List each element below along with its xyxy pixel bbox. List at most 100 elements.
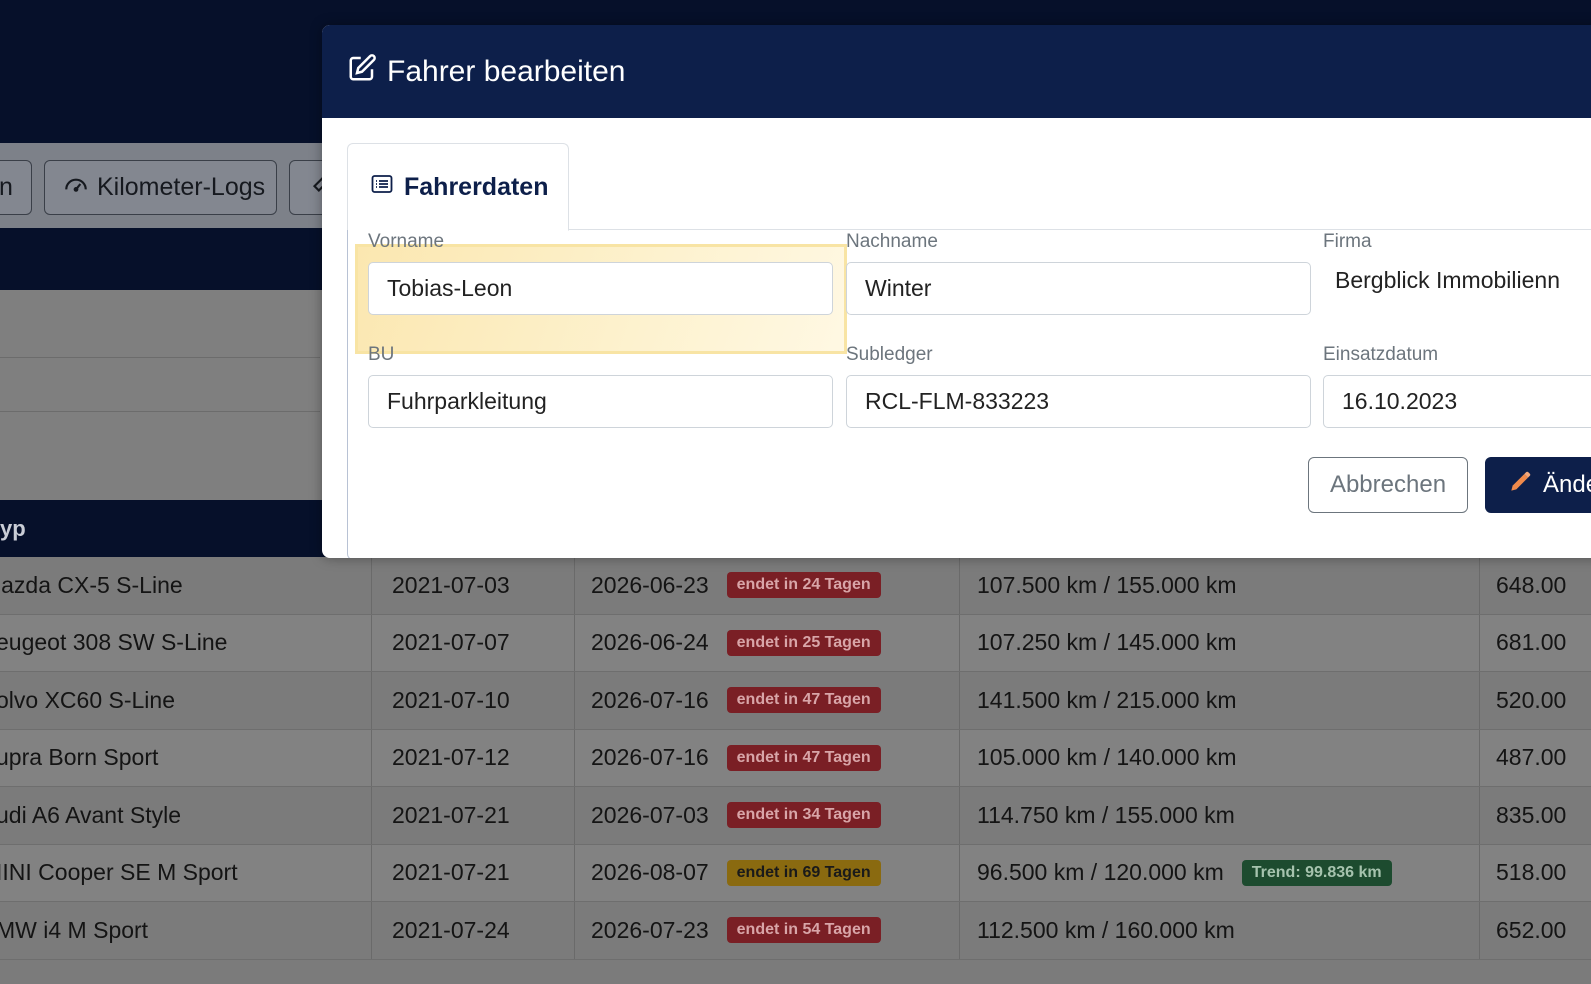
- cell-start-date: 2021-07-21: [376, 844, 575, 901]
- model-text: eugeot 308 SW S-Line: [0, 629, 228, 656]
- cell-rate: 520.00: [1480, 672, 1591, 729]
- cell-mileage: 107.500 km / 155.000 km: [960, 557, 1480, 614]
- contract-end-badge: endet in 25 Tagen: [726, 629, 881, 656]
- model-text: olvo XC60 S-Line: [0, 686, 175, 713]
- cell-mileage: 107.250 km / 145.000 km: [960, 614, 1480, 671]
- table-row[interactable]: lazda CX-5 S-Line 2021-07-03 2026-06-23 end…: [0, 557, 1591, 615]
- rate-text: 520.00: [1496, 686, 1567, 713]
- vehicle-table-body: lazda CX-5 S-Line 2021-07-03 2026-06-23 end…: [0, 557, 1591, 960]
- cell-rate: 487.00: [1480, 730, 1591, 787]
- rate-text: 518.00: [1496, 859, 1567, 886]
- cell-model: upra Born Sport: [0, 729, 372, 786]
- start-date-text: 2021-07-03: [392, 571, 510, 598]
- vorname-field[interactable]: Tobias-Leon: [368, 262, 833, 315]
- edit-driver-modal: Fahrer bearbeiten Fahrerdaten Vorname To…: [322, 25, 1591, 558]
- cancel-button[interactable]: Abbrechen: [1308, 457, 1468, 513]
- cell-start-date: 2021-07-07: [376, 614, 575, 671]
- pencil-icon: [1507, 469, 1533, 502]
- modal-tabs: Fahrerdaten: [347, 143, 1591, 231]
- cell-end-date: 2026-07-03 endet in 34 Tagen: [575, 787, 960, 844]
- cell-end-date: 2026-07-23 endet in 54 Tagen: [575, 902, 960, 959]
- cell-mileage: 114.750 km / 155.000 km: [960, 787, 1480, 844]
- end-date-text: 2026-07-23: [591, 916, 709, 943]
- end-date-text: 2026-07-16: [591, 686, 709, 713]
- rate-text: 487.00: [1496, 744, 1567, 771]
- toolbar-button-partial[interactable]: n: [0, 160, 32, 215]
- contract-end-badge: endet in 69 Tagen: [726, 859, 881, 886]
- mileage-text: 112.500 km / 160.000 km: [977, 916, 1235, 943]
- cell-rate: 681.00: [1480, 615, 1591, 672]
- cell-start-date: 2021-07-21: [376, 787, 575, 844]
- start-date-text: 2021-07-12: [392, 744, 510, 771]
- tab-fahrerdaten-label: Fahrerdaten: [404, 172, 549, 201]
- cell-model: udi A6 Avant Style: [0, 787, 372, 844]
- end-date-text: 2026-07-03: [591, 801, 709, 828]
- cell-rate: 835.00: [1480, 787, 1591, 844]
- firma-select[interactable]: Bergblick Immobilienn: [1335, 267, 1560, 294]
- cell-start-date: 2021-07-10: [376, 672, 575, 729]
- contract-end-badge: endet in 34 Tagen: [726, 802, 881, 829]
- cell-rate: 652.00: [1480, 902, 1591, 959]
- contract-end-badge: endet in 47 Tagen: [726, 687, 881, 714]
- start-date-text: 2021-07-21: [392, 801, 510, 828]
- mileage-text: 141.500 km / 215.000 km: [977, 686, 1237, 713]
- table-row[interactable]: IINI Cooper SE M Sport 2021-07-21 2026-08-…: [0, 844, 1591, 902]
- start-date-text: 2021-07-10: [392, 686, 510, 713]
- cell-end-date: 2026-07-16 endet in 47 Tagen: [575, 729, 960, 786]
- toolbar-button-partial-label: n: [0, 173, 13, 201]
- rate-text: 681.00: [1496, 629, 1567, 656]
- mileage-text: 114.750 km / 155.000 km: [977, 801, 1235, 828]
- end-date-text: 2026-08-07: [591, 859, 709, 886]
- end-date-text: 2026-06-23: [591, 571, 709, 598]
- cell-start-date: 2021-07-12: [376, 729, 575, 786]
- rate-text: 652.00: [1496, 916, 1567, 943]
- save-changes-label: Ände: [1543, 471, 1591, 498]
- firma-label: Firma: [1323, 231, 1372, 252]
- kilometer-logs-button[interactable]: Kilometer-Logs: [44, 160, 277, 215]
- cell-model: MW i4 M Sport: [0, 902, 372, 959]
- cell-mileage: 96.500 km / 120.000 km Trend: 99.836 km: [960, 844, 1480, 901]
- start-date-text: 2021-07-21: [392, 859, 510, 886]
- contract-end-badge: endet in 54 Tagen: [726, 917, 881, 944]
- table-row[interactable]: eugeot 308 SW S-Line 2021-07-07 2026-06-24…: [0, 614, 1591, 672]
- cell-rate: 518.00: [1480, 845, 1591, 902]
- list-icon: [370, 172, 394, 203]
- modal-header: Fahrer bearbeiten: [322, 25, 1591, 118]
- cell-end-date: 2026-06-23 endet in 24 Tagen: [575, 557, 960, 614]
- kilometer-logs-label: Kilometer-Logs: [97, 173, 266, 201]
- model-text: MW i4 M Sport: [0, 916, 149, 943]
- tab-fahrerdaten[interactable]: Fahrerdaten: [347, 143, 569, 231]
- cell-end-date: 2026-07-16 endet in 47 Tagen: [575, 672, 960, 729]
- table-row[interactable]: udi A6 Avant Style 2021-07-21 2026-07-03 en…: [0, 787, 1591, 845]
- cell-start-date: 2021-07-24: [376, 902, 575, 959]
- cell-rate: 648.00: [1480, 557, 1591, 614]
- mileage-text: 107.250 km / 145.000 km: [977, 629, 1237, 656]
- trend-badge: Trend: 99.836 km: [1241, 859, 1392, 886]
- bu-field[interactable]: Fuhrparkleitung: [368, 375, 833, 428]
- table-row[interactable]: upra Born Sport 2021-07-12 2026-07-16 endet…: [0, 729, 1591, 787]
- cell-end-date: 2026-08-07 endet in 69 Tagen: [575, 844, 960, 901]
- cell-model: IINI Cooper SE M Sport: [0, 844, 372, 901]
- nachname-label: Nachname: [846, 231, 938, 252]
- mileage-text: 107.500 km / 155.000 km: [977, 571, 1237, 598]
- vorname-label: Vorname: [368, 231, 445, 252]
- table-header-type: yp: [0, 516, 26, 541]
- model-text: udi A6 Avant Style: [0, 801, 181, 828]
- rate-text: 648.00: [1496, 571, 1567, 598]
- cell-model: olvo XC60 S-Line: [0, 672, 372, 729]
- save-changes-button[interactable]: Ände: [1485, 457, 1591, 513]
- table-row[interactable]: olvo XC60 S-Line 2021-07-10 2026-07-16 ende…: [0, 672, 1591, 730]
- bu-label: BU: [368, 344, 395, 365]
- start-date-text: 2021-07-24: [392, 916, 510, 943]
- table-row[interactable]: MW i4 M Sport 2021-07-24 2026-07-23 endet i…: [0, 902, 1591, 960]
- subledger-field[interactable]: RCL-FLM-833223: [846, 375, 1311, 428]
- einsatzdatum-field[interactable]: 16.10.2023: [1323, 375, 1591, 428]
- cell-mileage: 105.000 km / 140.000 km: [960, 729, 1480, 786]
- contract-end-badge: endet in 24 Tagen: [726, 572, 881, 599]
- mileage-text: 105.000 km / 140.000 km: [977, 744, 1237, 771]
- modal-title: Fahrer bearbeiten: [387, 54, 626, 88]
- model-text: lazda CX-5 S-Line: [0, 571, 183, 598]
- nachname-field[interactable]: Winter: [846, 262, 1311, 315]
- cell-model: lazda CX-5 S-Line: [0, 557, 372, 614]
- speedometer-icon: [63, 171, 89, 204]
